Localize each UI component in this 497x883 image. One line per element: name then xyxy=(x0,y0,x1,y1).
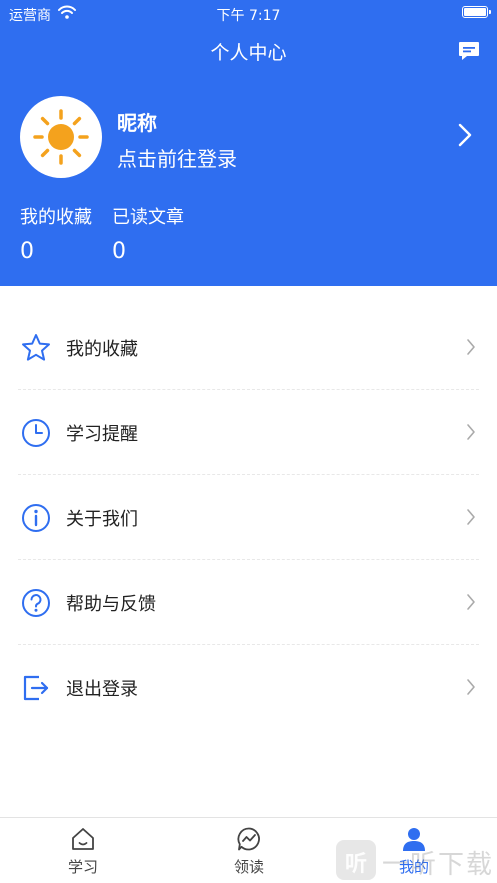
sun-icon xyxy=(33,109,89,165)
chevron-right-icon xyxy=(467,594,475,610)
status-time: 下午 7:17 xyxy=(216,8,281,24)
watermark-logo: 听 xyxy=(336,840,376,880)
tab-lead-reading[interactable]: 领读 xyxy=(166,818,332,883)
message-icon[interactable] xyxy=(457,39,481,63)
tab-study-label: 学习 xyxy=(67,858,98,876)
chevron-right-icon xyxy=(467,424,475,440)
star-icon xyxy=(22,334,50,361)
watermark-logo-glyph: 听 xyxy=(344,852,367,877)
menu-item-about[interactable]: 关于我们 xyxy=(0,475,497,560)
menu-list: 我的收藏 学习提醒 关于我们 帮助与反馈 退出登录 xyxy=(0,305,497,730)
stat-favorites-value: 0 xyxy=(20,239,34,264)
login-link[interactable]: 点击前往登录 xyxy=(117,143,237,172)
tab-lead-reading-label: 领读 xyxy=(233,858,264,876)
info-icon xyxy=(22,504,50,532)
tab-study[interactable]: 学习 xyxy=(0,818,166,883)
menu-label-logout: 退出登录 xyxy=(66,679,138,700)
home-icon xyxy=(72,828,94,850)
avatar[interactable] xyxy=(20,96,102,178)
menu-label-favorites: 我的收藏 xyxy=(66,339,138,360)
menu-item-reminder[interactable]: 学习提醒 xyxy=(0,390,497,475)
stat-read-label: 已读文章 xyxy=(112,207,184,228)
profile-header: 运营商 下午 7:17 个人中心 昵称 点击前往登录 我的收藏 0 已读文章 0 xyxy=(0,0,497,286)
nickname: 昵称 xyxy=(117,111,157,135)
chevron-right-icon[interactable] xyxy=(457,122,473,148)
menu-item-favorites[interactable]: 我的收藏 xyxy=(0,305,497,390)
help-icon xyxy=(22,589,50,617)
menu-item-logout[interactable]: 退出登录 xyxy=(0,645,497,730)
stat-favorites[interactable]: 我的收藏 0 xyxy=(20,203,92,264)
chevron-right-icon xyxy=(467,509,475,525)
menu-label-reminder: 学习提醒 xyxy=(66,424,138,445)
watermark-text: 一听下载 xyxy=(382,850,495,880)
chevron-right-icon xyxy=(467,679,475,695)
page-title: 个人中心 xyxy=(210,42,287,64)
logout-icon xyxy=(23,675,49,701)
stat-read-value: 0 xyxy=(112,239,126,264)
menu-item-help[interactable]: 帮助与反馈 xyxy=(0,560,497,645)
status-bar: 运营商 下午 7:17 xyxy=(0,0,497,26)
watermark: 听 一听下载 xyxy=(336,838,496,882)
menu-label-about: 关于我们 xyxy=(66,509,138,530)
clock-icon xyxy=(22,419,50,447)
chevron-right-icon xyxy=(467,339,475,355)
menu-label-help: 帮助与反馈 xyxy=(66,594,156,615)
battery-icon xyxy=(462,6,491,18)
chat-wave-icon xyxy=(237,827,260,851)
stat-read-articles[interactable]: 已读文章 0 xyxy=(112,203,184,264)
stat-favorites-label: 我的收藏 xyxy=(20,207,92,228)
